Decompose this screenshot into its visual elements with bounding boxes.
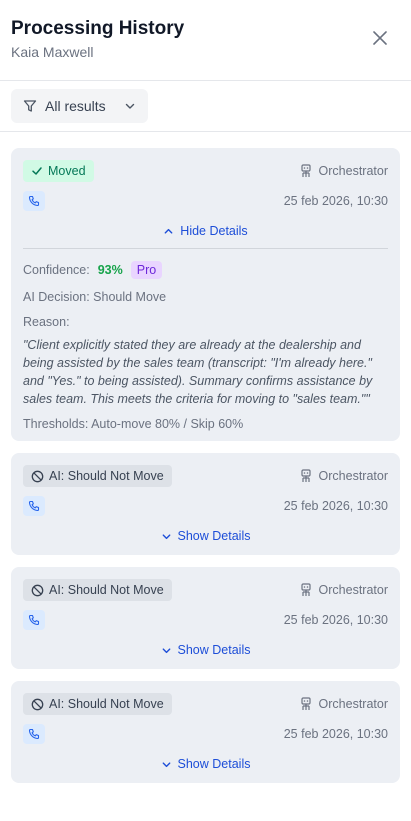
call-channel-button[interactable] (23, 724, 45, 744)
status-badge: AI: Should Not Move (23, 465, 172, 487)
call-channel-button[interactable] (23, 496, 45, 516)
filter-bar: All results (0, 81, 411, 132)
source-text: Orchestrator (318, 164, 388, 178)
show-details-button[interactable]: Show Details (23, 641, 388, 659)
close-icon (373, 31, 387, 45)
timestamp: 25 feb 2026, 10:30 (283, 727, 388, 741)
filter-label: All results (45, 98, 106, 114)
ban-icon (31, 698, 44, 710)
robot-icon (300, 583, 311, 596)
panel-header: Processing History Kaia Maxwell (0, 0, 411, 81)
contact-name: Kaia Maxwell (11, 44, 94, 60)
history-record: AI: Should Not Move Orchestrator 25 feb … (11, 681, 400, 783)
confidence-value: 93% (97, 263, 123, 277)
status-badge: Moved (23, 160, 94, 182)
chevron-up-icon (164, 228, 173, 234)
page-title: Processing History (11, 18, 185, 39)
source-label: Orchestrator (300, 164, 388, 178)
history-record: Moved Orchestrator 25 feb 2026, 10:30 Hi… (11, 148, 400, 441)
source-text: Orchestrator (318, 469, 388, 483)
phone-icon (28, 614, 40, 626)
toggle-label: Show Details (177, 643, 251, 657)
toggle-label: Hide Details (180, 224, 248, 238)
status-label: AI: Should Not Move (49, 583, 164, 597)
results-filter-button[interactable]: All results (11, 89, 148, 123)
hide-details-button[interactable]: Hide Details (23, 222, 388, 240)
robot-icon (300, 697, 311, 710)
phone-icon (28, 195, 40, 207)
timestamp: 25 feb 2026, 10:30 (283, 194, 388, 208)
ban-icon (31, 470, 44, 482)
confidence-row: Confidence: 93% Pro (23, 259, 388, 281)
source-text: Orchestrator (318, 583, 388, 597)
history-list: Moved Orchestrator 25 feb 2026, 10:30 Hi… (0, 132, 411, 783)
reason-text: "Client explicitly stated they are alrea… (23, 338, 373, 406)
history-record: AI: Should Not Move Orchestrator 25 feb … (11, 453, 400, 555)
show-details-button[interactable]: Show Details (23, 527, 388, 545)
status-badge: AI: Should Not Move (23, 693, 172, 715)
chevron-down-icon (162, 761, 170, 767)
toggle-label: Show Details (177, 757, 251, 771)
timestamp: 25 feb 2026, 10:30 (283, 613, 388, 627)
robot-icon (300, 469, 311, 482)
timestamp: 25 feb 2026, 10:30 (283, 499, 388, 513)
chevron-down-icon (162, 647, 170, 653)
call-channel-button[interactable] (23, 610, 45, 630)
toggle-label: Show Details (177, 529, 251, 543)
show-details-button[interactable]: Show Details (23, 755, 388, 773)
status-label: AI: Should Not Move (49, 697, 164, 711)
reason-label: Reason: (23, 315, 70, 329)
close-button[interactable] (369, 27, 391, 49)
record-details: Confidence: 93% Pro AI Decision: Should … (23, 249, 388, 431)
status-label: Moved (48, 164, 86, 178)
ai-decision: AI Decision: Should Move (23, 290, 167, 304)
confidence-label: Confidence: (23, 263, 90, 277)
robot-icon (300, 164, 311, 177)
chevron-down-icon (162, 533, 170, 539)
processing-history-panel: Processing History Kaia Maxwell All resu… (0, 0, 411, 821)
source-text: Orchestrator (318, 697, 388, 711)
tier-badge: Pro (130, 261, 163, 279)
source-label: Orchestrator (300, 469, 388, 483)
source-label: Orchestrator (300, 697, 388, 711)
phone-icon (28, 500, 40, 512)
ban-icon (31, 584, 44, 596)
chevron-down-icon (125, 103, 135, 109)
status-label: AI: Should Not Move (49, 469, 164, 483)
phone-icon (28, 728, 40, 740)
call-channel-button[interactable] (23, 191, 45, 211)
source-label: Orchestrator (300, 583, 388, 597)
check-icon (32, 167, 42, 175)
filter-icon (23, 100, 37, 112)
status-badge: AI: Should Not Move (23, 579, 172, 601)
history-record: AI: Should Not Move Orchestrator 25 feb … (11, 567, 400, 669)
thresholds: Thresholds: Auto-move 80% / Skip 60% (23, 417, 244, 431)
